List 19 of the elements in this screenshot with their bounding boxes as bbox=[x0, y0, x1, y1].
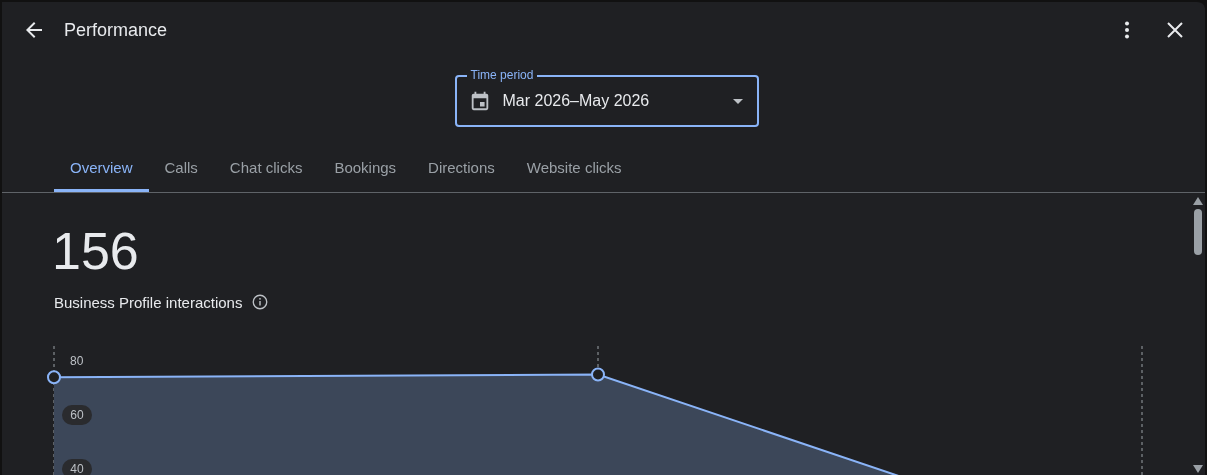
axis-tick-label: 80 bbox=[70, 354, 84, 368]
page-title: Performance bbox=[64, 19, 168, 41]
metric-label: Business Profile interactions bbox=[54, 293, 243, 311]
y-tick-label: 40 bbox=[70, 462, 84, 475]
dropdown-value: Mar 2026–May 2026 bbox=[502, 92, 650, 110]
field-label: Time period bbox=[466, 68, 538, 82]
total-count: 156 bbox=[52, 221, 140, 281]
scroll-up-icon[interactable] bbox=[1193, 197, 1203, 205]
tab[interactable]: Directions bbox=[412, 147, 511, 192]
scroll-down-icon[interactable] bbox=[1193, 465, 1203, 473]
tab[interactable]: Chat clicks bbox=[213, 147, 319, 192]
tab[interactable]: Website clicks bbox=[510, 147, 638, 192]
info-icon[interactable] bbox=[251, 293, 270, 311]
caret-icon bbox=[732, 98, 743, 104]
tab[interactable]: Overview bbox=[54, 147, 149, 192]
tab[interactable]: Calls bbox=[148, 147, 214, 192]
scrollbar-thumb[interactable] bbox=[1194, 209, 1202, 255]
tab[interactable]: Bookings bbox=[318, 147, 413, 192]
y-tick-label: 60 bbox=[70, 408, 84, 422]
